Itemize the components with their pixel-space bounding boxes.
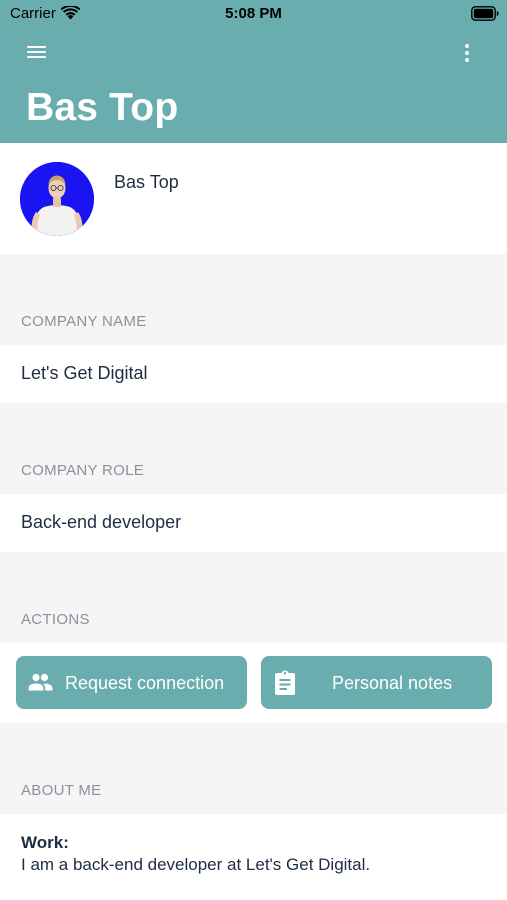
- hamburger-menu-icon[interactable]: [27, 43, 49, 61]
- request-connection-button[interactable]: Request connection: [16, 656, 247, 709]
- request-connection-label: Request connection: [65, 673, 225, 693]
- company-role-label: COMPANY ROLE: [21, 462, 145, 479]
- personal-notes-button[interactable]: Personal notes: [261, 656, 492, 709]
- company-name-value: Let's Get Digital: [21, 363, 148, 383]
- company-name-label: COMPANY NAME: [21, 313, 147, 330]
- company-role-value: Back-end developer: [21, 512, 182, 532]
- people-icon: [28, 673, 53, 691]
- about-work-heading: Work:: [21, 833, 69, 852]
- company-name-row: Let's Get Digital: [0, 345, 507, 403]
- clipboard-icon: [275, 670, 295, 695]
- status-bar: Carrier 5:08 PM: [0, 0, 507, 30]
- app-header: Carrier 5:08 PM Bas Top: [0, 0, 507, 143]
- about-me-card: Work: I am a back-end developer at Let's…: [0, 814, 507, 900]
- about-me-label: ABOUT ME: [21, 782, 102, 799]
- actions-row: Request connection Personal notes: [0, 643, 507, 723]
- personal-notes-label: Personal notes: [332, 673, 453, 693]
- battery-icon: [471, 6, 499, 21]
- actions-label: ACTIONS: [21, 611, 90, 628]
- avatar: [20, 162, 94, 236]
- profile-card: Bas Top: [0, 143, 507, 254]
- more-vertical-icon[interactable]: [459, 42, 475, 64]
- person-photo-icon: [20, 162, 94, 236]
- profile-name: Bas Top: [114, 172, 179, 192]
- about-work-text: I am a back-end developer at Let's Get D…: [21, 855, 371, 874]
- company-role-row: Back-end developer: [0, 494, 507, 552]
- page-title: Bas Top: [26, 86, 179, 129]
- status-time: 5:08 PM: [225, 5, 282, 22]
